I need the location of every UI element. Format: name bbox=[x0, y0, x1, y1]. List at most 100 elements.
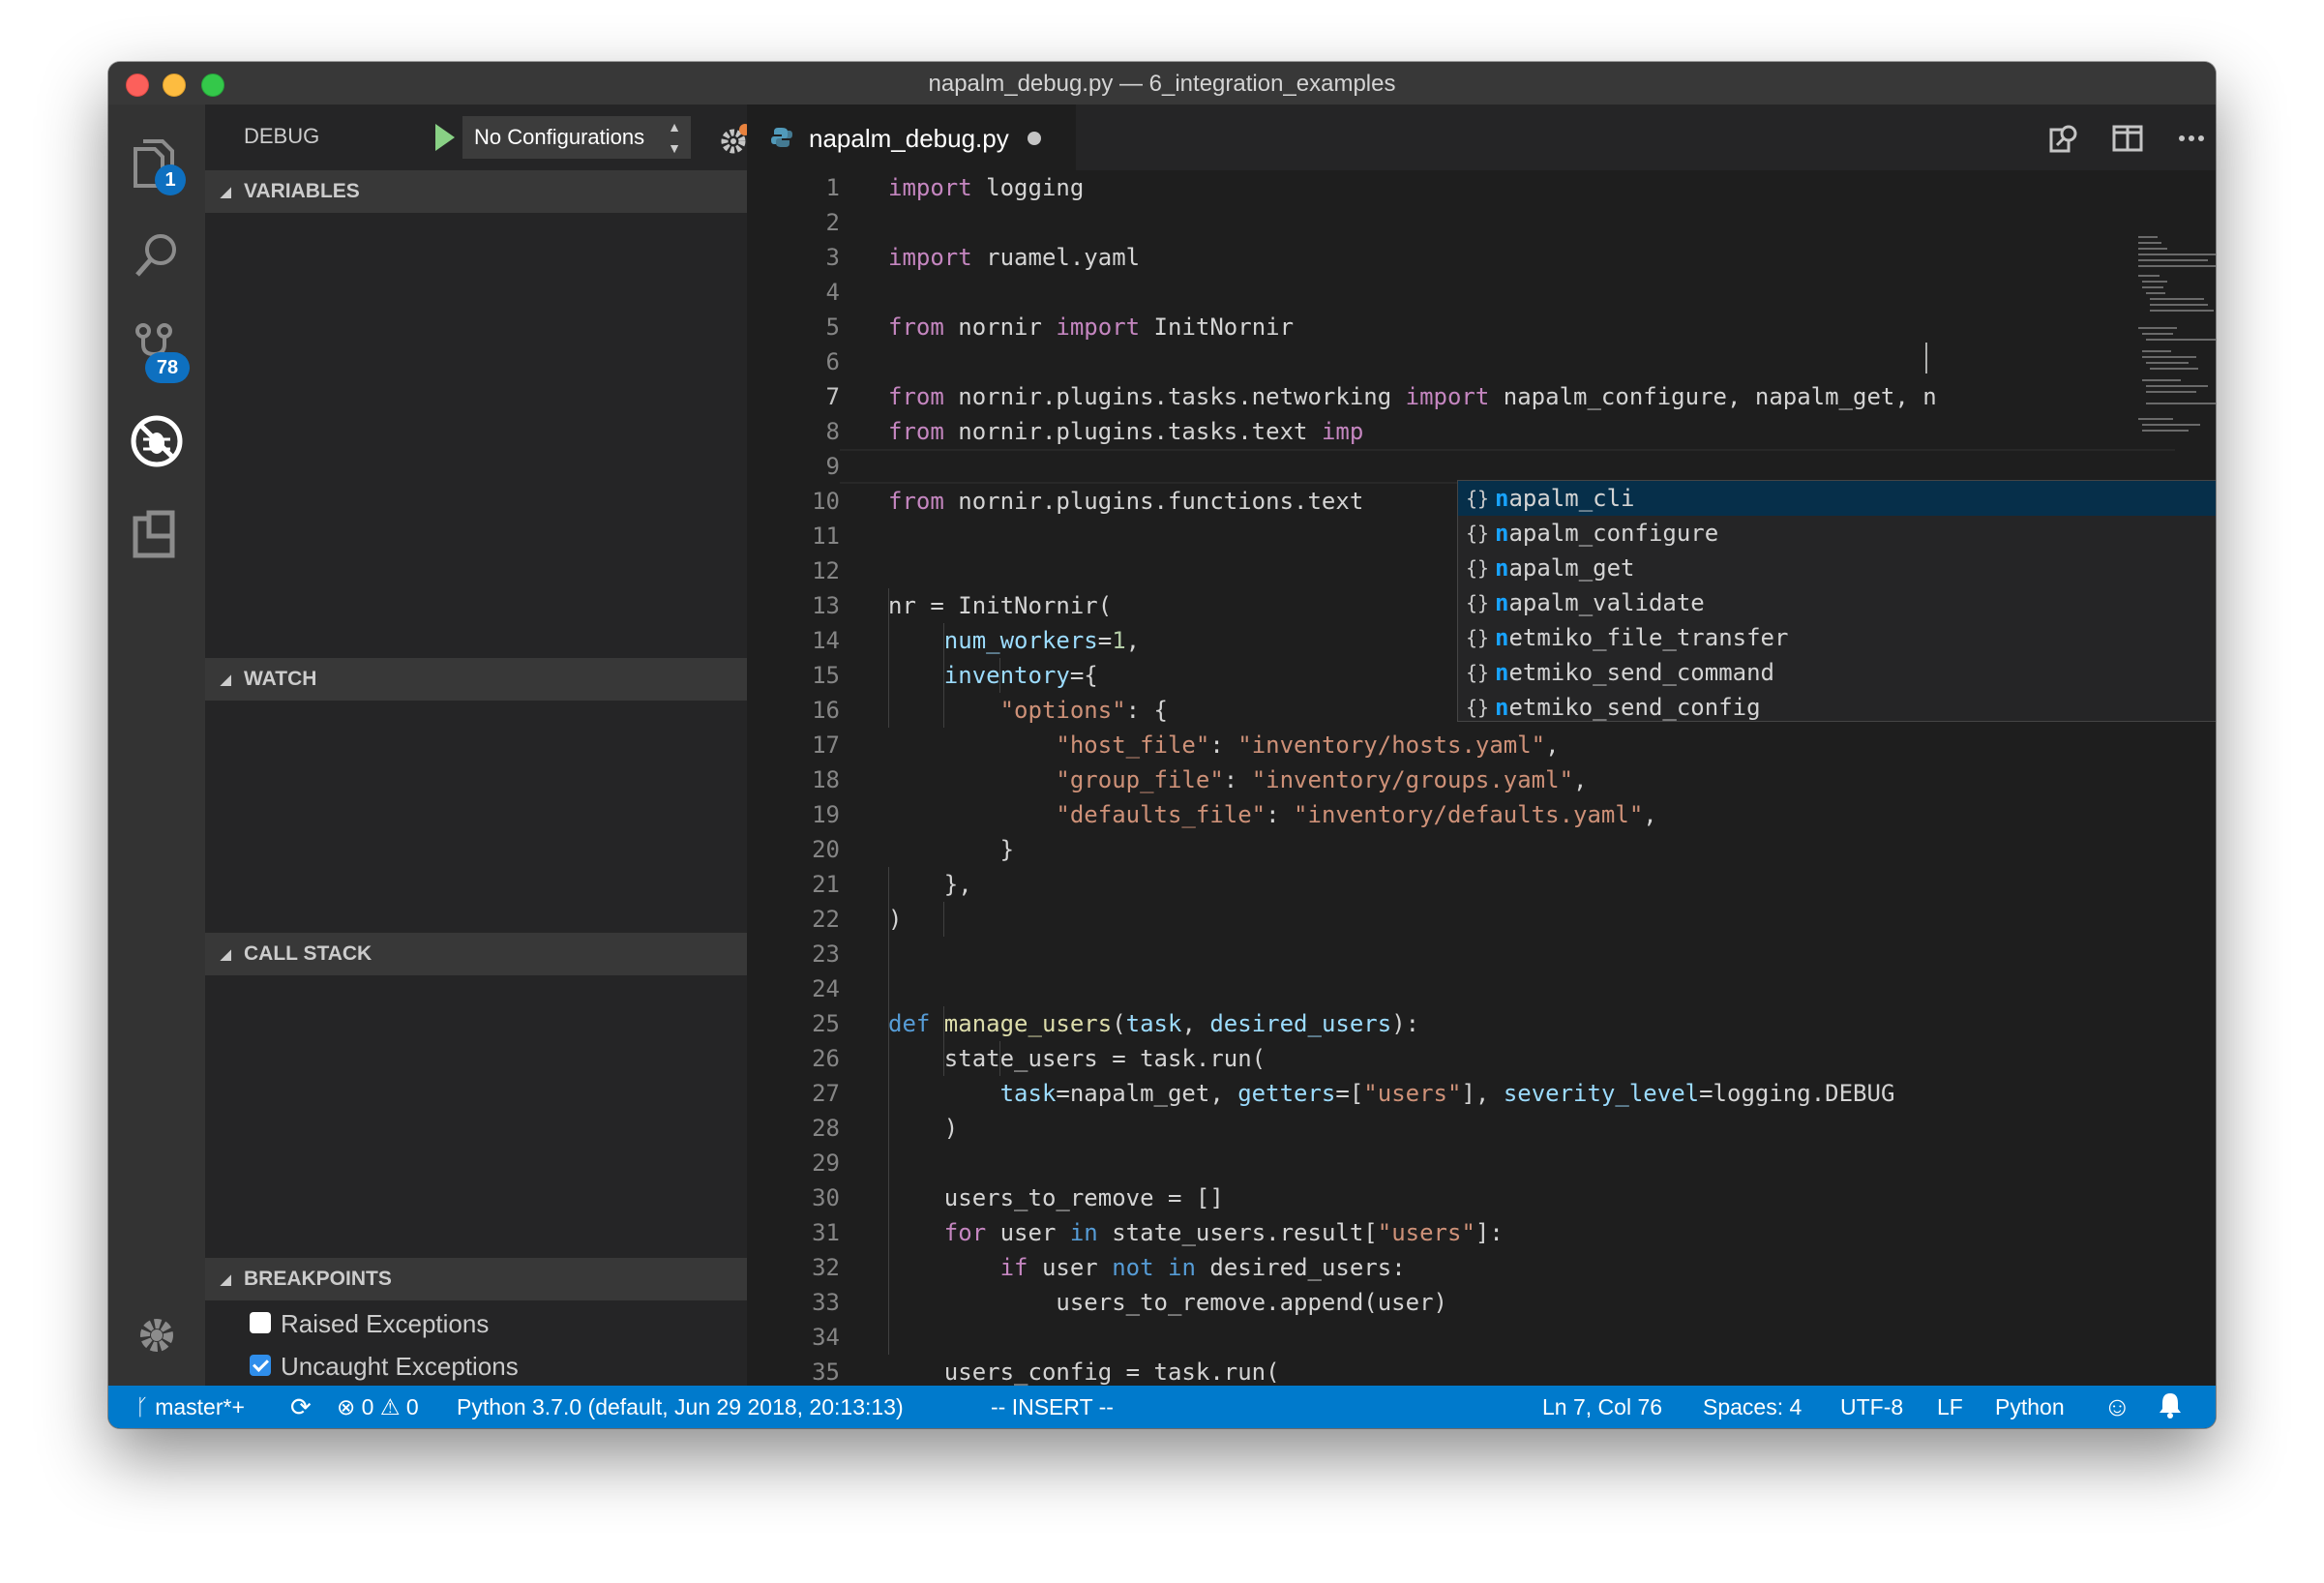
python-file-icon bbox=[770, 126, 793, 149]
line-number: 7 bbox=[825, 383, 840, 410]
suggestion-item[interactable]: {} netmiko_send_command bbox=[1458, 655, 2216, 690]
collapse-icon: ◢ bbox=[221, 672, 231, 687]
line-number: 12 bbox=[812, 557, 840, 584]
code-line-1: import logging bbox=[888, 174, 1085, 201]
problems-indicator[interactable]: ⊗ 0 ⚠ 0 bbox=[337, 1386, 419, 1428]
code-line-17: "host_file": "inventory/hosts.yaml", bbox=[1056, 732, 1560, 759]
tab-napalm-debug[interactable]: napalm_debug.py bbox=[747, 105, 1076, 170]
explorer-badge: 1 bbox=[155, 164, 186, 195]
line-number: 28 bbox=[812, 1115, 840, 1142]
suggestion-item[interactable]: {} netmiko_send_config bbox=[1458, 690, 2216, 725]
code-line-22: ) bbox=[888, 906, 903, 933]
search-icon[interactable] bbox=[126, 224, 188, 286]
code-line-19: "defaults_file": "inventory/defaults.yam… bbox=[1056, 801, 1657, 828]
explorer-icon[interactable]: 1 bbox=[126, 132, 188, 195]
line-number: 30 bbox=[812, 1184, 840, 1211]
more-actions-icon[interactable] bbox=[2175, 122, 2208, 155]
module-braces-icon: {} bbox=[1466, 522, 1490, 545]
editor-tabs: napalm_debug.py bbox=[747, 105, 2216, 170]
notifications-bell-icon[interactable] bbox=[2158, 1388, 2183, 1428]
code-editor[interactable]: 1 2 3 4 5 6 7 8 9 10 11 12 13 14 15 16 17 18 19 20 21 22 23 24 2… bbox=[747, 170, 2216, 1386]
line-number: 22 bbox=[812, 906, 840, 933]
breakpoint-uncaught-exceptions[interactable]: Uncaught Exceptions bbox=[250, 1347, 519, 1386]
code-line-31: for user in state_users.result["users"]: bbox=[943, 1219, 1504, 1246]
error-icon: ⊗ bbox=[337, 1394, 362, 1419]
warning-icon: ⚠ bbox=[373, 1394, 406, 1419]
watch-header[interactable]: ◢ WATCH bbox=[205, 658, 747, 701]
debug-label: DEBUG bbox=[244, 124, 320, 148]
warning-count: 0 bbox=[405, 1394, 419, 1419]
uncaught-exceptions-checkbox[interactable] bbox=[250, 1355, 271, 1377]
python-interpreter[interactable]: Python 3.7.0 (default, Jun 29 2018, 20:1… bbox=[457, 1386, 904, 1428]
open-changes-icon[interactable] bbox=[2047, 122, 2080, 155]
suggestion-item[interactable]: {} napalm_cli bbox=[1458, 481, 2216, 516]
encoding[interactable]: UTF-8 bbox=[1840, 1386, 1903, 1428]
language-mode[interactable]: Python bbox=[1995, 1386, 2065, 1428]
line-number: 27 bbox=[812, 1080, 840, 1107]
line-number: 29 bbox=[812, 1150, 840, 1177]
git-branch-icon: ᚴ bbox=[135, 1394, 156, 1419]
debug-icon[interactable] bbox=[126, 410, 188, 472]
debug-toolbar: DEBUG No Configurations ▲ ▼ bbox=[205, 105, 751, 170]
suggestion-rest: apalm_cli bbox=[1508, 485, 1635, 512]
suggestion-rest: apalm_validate bbox=[1508, 589, 1705, 616]
code-line-7: from nornir.plugins.tasks.networking imp… bbox=[888, 383, 1937, 410]
suggestion-item[interactable]: {} netmiko_file_transfer bbox=[1458, 620, 2216, 655]
line-number: 11 bbox=[812, 523, 840, 550]
line-number: 17 bbox=[812, 732, 840, 759]
code-line-3: import ruamel.yaml bbox=[888, 244, 1141, 271]
suggestion-label: napalm_get bbox=[1495, 551, 1635, 585]
start-debugging-icon[interactable] bbox=[435, 124, 455, 151]
line-number: 25 bbox=[812, 1010, 840, 1037]
suggestion-item[interactable]: {} napalm_get bbox=[1458, 551, 2216, 585]
text-cursor bbox=[1925, 343, 1927, 373]
debug-sidebar: DEBUG No Configurations ▲ ▼ ◢ VARIABLES ◢… bbox=[205, 105, 751, 1386]
suggestion-match: n bbox=[1495, 694, 1509, 721]
code-line-8: from nornir.plugins.tasks.text imp bbox=[888, 418, 1364, 445]
module-braces-icon: {} bbox=[1466, 696, 1490, 719]
breakpoint-label: Raised Exceptions bbox=[281, 1309, 490, 1338]
raised-exceptions-checkbox[interactable] bbox=[250, 1312, 271, 1334]
extensions-icon[interactable] bbox=[126, 503, 188, 565]
gear-icon[interactable] bbox=[126, 1304, 188, 1366]
call-stack-header[interactable]: ◢ CALL STACK bbox=[205, 933, 747, 975]
suggestion-label: netmiko_send_config bbox=[1495, 690, 1761, 725]
suggestion-label: netmiko_file_transfer bbox=[1495, 620, 1788, 655]
line-number: 31 bbox=[812, 1219, 840, 1246]
source-control-icon[interactable]: 78 bbox=[126, 317, 190, 383]
line-number: 2 bbox=[825, 209, 840, 236]
module-braces-icon: {} bbox=[1466, 487, 1490, 510]
breakpoints-title: BREAKPOINTS bbox=[244, 1268, 392, 1290]
cursor-position[interactable]: Ln 7, Col 76 bbox=[1542, 1386, 1662, 1428]
variables-header[interactable]: ◢ VARIABLES bbox=[205, 170, 747, 213]
code-line-26: state_users = task.run( bbox=[943, 1045, 1266, 1072]
end-of-line[interactable]: LF bbox=[1937, 1386, 1963, 1428]
code-line-20: } bbox=[999, 836, 1015, 863]
suggestion-match: n bbox=[1495, 554, 1509, 582]
configuration-select[interactable]: No Configurations ▲ ▼ bbox=[462, 116, 691, 159]
suggestion-item[interactable]: {} napalm_validate bbox=[1458, 585, 2216, 620]
minimap[interactable] bbox=[2134, 170, 2216, 461]
split-editor-icon[interactable] bbox=[2111, 122, 2144, 155]
suggestion-label: napalm_configure bbox=[1495, 516, 1718, 551]
breakpoints-header[interactable]: ◢ BREAKPOINTS bbox=[205, 1258, 747, 1300]
sync-icon[interactable]: ⟳ bbox=[290, 1386, 312, 1428]
configuration-value: No Configurations bbox=[474, 125, 645, 149]
feedback-smiley-icon[interactable]: ☺ bbox=[2103, 1386, 2131, 1428]
suggestion-label: napalm_cli bbox=[1495, 481, 1635, 516]
suggestion-label: napalm_validate bbox=[1495, 585, 1705, 620]
breakpoint-raised-exceptions[interactable]: Raised Exceptions bbox=[250, 1304, 489, 1343]
suggestion-item[interactable]: {} napalm_configure bbox=[1458, 516, 2216, 551]
current-line-highlight bbox=[840, 449, 2175, 484]
module-braces-icon: {} bbox=[1466, 556, 1490, 580]
line-number: 23 bbox=[812, 941, 840, 968]
indentation[interactable]: Spaces: 4 bbox=[1703, 1386, 1802, 1428]
line-number: 15 bbox=[812, 662, 840, 689]
suggestion-match: n bbox=[1495, 624, 1509, 651]
code-line-28: ) bbox=[943, 1115, 959, 1142]
line-number: 1 bbox=[825, 174, 840, 201]
git-branch[interactable]: ᚴ master*+ bbox=[135, 1386, 245, 1428]
unsaved-dot-icon[interactable] bbox=[1028, 132, 1041, 145]
suggestion-match: n bbox=[1495, 659, 1509, 686]
line-number: 33 bbox=[812, 1289, 840, 1316]
